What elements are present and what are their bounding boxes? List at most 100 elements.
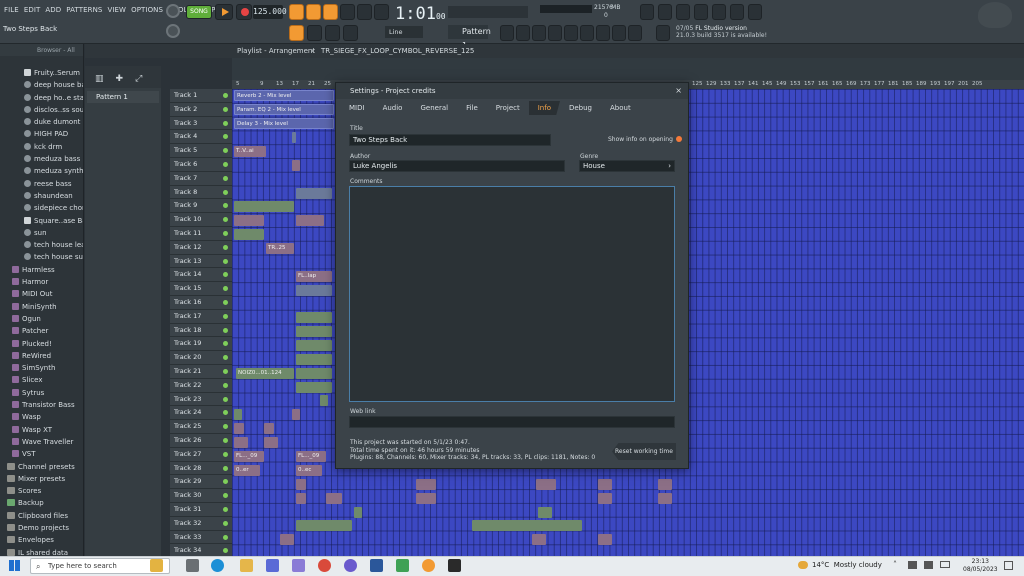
menu-file[interactable]: FILE xyxy=(3,6,20,14)
browser-item[interactable]: tech house sub xyxy=(0,251,83,263)
master-pitch-knob[interactable] xyxy=(166,24,180,38)
browser-item[interactable]: Fruity..Serum xyxy=(0,67,83,79)
playlist-window-button[interactable] xyxy=(500,25,514,41)
tab-project[interactable]: Project xyxy=(487,101,529,115)
audio-clip[interactable] xyxy=(296,382,332,393)
automation-clip[interactable]: Param. EQ 2 - Mix level xyxy=(234,104,334,115)
loop-record-button[interactable] xyxy=(357,4,372,20)
audio-clip[interactable] xyxy=(416,493,436,504)
dialog-title[interactable]: Settings - Project credits xyxy=(336,83,688,99)
pin-icon[interactable] xyxy=(712,4,726,20)
track-header[interactable]: Track 24 xyxy=(170,406,232,421)
browser-item[interactable]: Demo projects xyxy=(0,522,83,534)
track-mute-icon[interactable] xyxy=(223,507,228,512)
blend-button[interactable] xyxy=(340,4,355,20)
audio-clip[interactable] xyxy=(320,395,328,406)
mail-icon[interactable] xyxy=(396,559,409,572)
audio-clip[interactable] xyxy=(296,215,324,226)
browser-item[interactable]: kck drm xyxy=(0,141,83,153)
tab-audio[interactable]: Audio xyxy=(374,101,412,115)
track-header[interactable]: Track 33 xyxy=(170,531,232,545)
track-mute-icon[interactable] xyxy=(223,258,228,264)
close-icon[interactable]: × xyxy=(675,86,682,95)
windows-start-icon[interactable] xyxy=(9,560,20,571)
step-sequencer-button[interactable] xyxy=(343,25,358,41)
track-header[interactable]: Track 25 xyxy=(170,420,232,434)
track-header[interactable]: Track 23 xyxy=(170,393,232,407)
menu-patterns[interactable]: PATTERNS xyxy=(65,6,103,14)
add-icon[interactable]: ✚ xyxy=(116,74,124,88)
browser-item[interactable]: Channel presets xyxy=(0,461,83,473)
audio-clip[interactable] xyxy=(416,479,436,490)
app-taskbar-icon[interactable] xyxy=(448,559,461,572)
track-mute-icon[interactable] xyxy=(223,520,228,526)
audio-clip[interactable]: TR..25 xyxy=(266,243,294,254)
countdown-button[interactable] xyxy=(306,4,321,20)
pat-song-toggle[interactable]: SONG xyxy=(186,5,212,19)
track-mute-icon[interactable] xyxy=(223,244,228,250)
audio-clip[interactable]: FL..lap xyxy=(296,271,332,282)
track-header[interactable]: Track 29 xyxy=(170,475,232,490)
track-mute-icon[interactable] xyxy=(223,396,228,402)
track-mute-icon[interactable] xyxy=(223,272,228,278)
tempo-display[interactable]: 125.000 xyxy=(253,5,287,19)
pattern-list-item[interactable]: Pattern 1 xyxy=(87,91,159,103)
browser-item[interactable]: Slicex xyxy=(0,374,83,386)
browser-item[interactable]: Wasp XT xyxy=(0,424,83,436)
audio-clip[interactable] xyxy=(292,409,300,420)
menu-edit[interactable]: EDIT xyxy=(23,6,42,14)
track-header[interactable]: Track 16 xyxy=(170,296,232,310)
audio-clip[interactable] xyxy=(354,507,362,518)
piano-roll-window-button[interactable] xyxy=(516,25,530,41)
browser-item[interactable]: duke dumont xyxy=(0,116,83,128)
browser-item[interactable]: Square..ase Bass xyxy=(0,215,83,227)
playlist-overview[interactable] xyxy=(232,58,1024,80)
track-mute-icon[interactable] xyxy=(223,120,228,126)
automation-clip[interactable]: Delay 3 - Mix level xyxy=(234,118,334,129)
pattern-picker-strip[interactable] xyxy=(448,6,528,18)
audio-clip[interactable] xyxy=(296,520,352,531)
plugin-picker-button[interactable] xyxy=(580,25,594,41)
track-header[interactable]: Track 6 xyxy=(170,158,232,172)
audio-clip[interactable] xyxy=(536,479,556,490)
metronome-button[interactable] xyxy=(289,4,304,20)
browser-window-button[interactable] xyxy=(564,25,578,41)
browser-item[interactable]: sun xyxy=(0,227,83,239)
word-icon[interactable] xyxy=(370,559,383,572)
track-mute-icon[interactable] xyxy=(223,231,228,236)
track-mute-icon[interactable] xyxy=(223,286,228,292)
track-header[interactable]: Track 10 xyxy=(170,213,232,227)
playlist-clip-source[interactable]: TR_SIEGE_FX_LOOP_CYMBOL_REVERSE_125 xyxy=(321,44,474,58)
audio-clip[interactable] xyxy=(296,493,306,504)
track-header[interactable]: Track 4 xyxy=(170,130,232,145)
edge-icon[interactable] xyxy=(211,559,224,572)
track-mute-icon[interactable] xyxy=(223,424,228,430)
step-edit-button[interactable] xyxy=(323,4,338,20)
audio-clip[interactable] xyxy=(598,479,612,490)
tab-file[interactable]: File xyxy=(457,101,487,115)
typing-keyboard-button[interactable] xyxy=(325,25,340,41)
browser-item[interactable]: HIGH PAD xyxy=(0,128,83,140)
menu-add[interactable]: ADD xyxy=(44,6,62,14)
plugin-database-button[interactable] xyxy=(596,25,610,41)
audio-clip[interactable]: 0..ec xyxy=(296,465,322,476)
browser-item[interactable]: MiniSynth xyxy=(0,301,83,313)
master-volume-knob[interactable] xyxy=(166,4,180,18)
track-header[interactable]: Track 21 xyxy=(170,365,232,379)
file-explorer-icon[interactable] xyxy=(240,559,253,572)
browser-item[interactable]: shaundean xyxy=(0,190,83,202)
weather-widget[interactable]: 14°C Mostly cloudy xyxy=(812,561,882,569)
audio-clip[interactable] xyxy=(598,534,612,545)
track-header[interactable]: Track 22 xyxy=(170,379,232,393)
track-header[interactable]: Track 1 xyxy=(170,89,232,103)
comments-textarea[interactable] xyxy=(349,186,675,402)
playlist-view-button[interactable] xyxy=(289,25,304,41)
browser-item[interactable]: Wasp xyxy=(0,411,83,423)
track-header[interactable]: Track 32 xyxy=(170,517,232,531)
track-mute-icon[interactable] xyxy=(223,134,228,140)
browser-item[interactable]: tech house lead xyxy=(0,239,83,251)
track-mute-icon[interactable] xyxy=(223,355,228,361)
track-mute-icon[interactable] xyxy=(223,369,228,374)
tab-about[interactable]: About xyxy=(601,101,640,115)
wait-input-button[interactable] xyxy=(374,4,389,20)
